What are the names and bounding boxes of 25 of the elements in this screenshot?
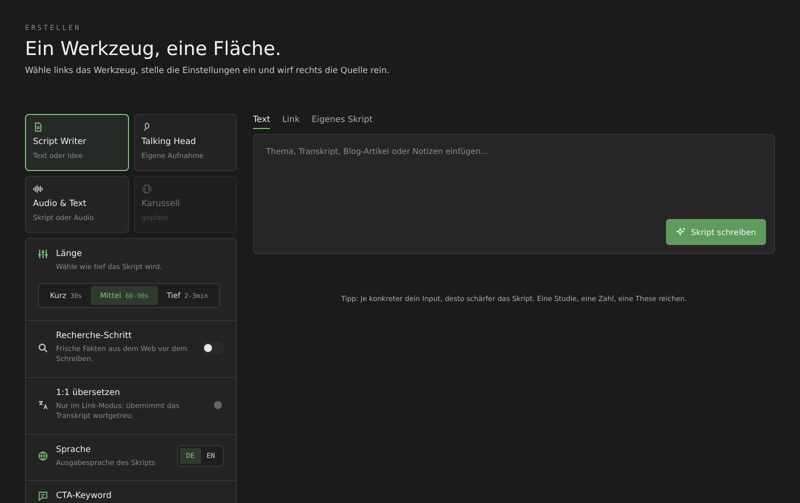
source-tab[interactable]: Eigenes Skript <box>312 115 373 129</box>
setting-title: Recherche-Schritt <box>56 330 133 340</box>
source-tab[interactable]: Text <box>253 115 270 129</box>
document-icon <box>33 122 43 132</box>
page-subtitle: Wähle links das Werkzeug, stelle die Einstellungen ein und wirf rechts die Quelle rein. <box>25 66 390 76</box>
translate-icon <box>38 400 48 410</box>
tool-title: Karussell <box>142 199 181 209</box>
sparkle-icon <box>676 227 686 237</box>
tool-title: Script Writer <box>33 137 88 147</box>
setting-title: CTA-Keyword <box>56 491 112 501</box>
chat-icon <box>38 491 48 501</box>
tool-title: Talking Head <box>142 137 197 147</box>
waveform-icon <box>33 184 43 194</box>
sliders-icon <box>38 249 48 259</box>
source-tab[interactable]: Link <box>282 115 300 129</box>
toggle-switch[interactable] <box>202 342 224 354</box>
setting-title: Länge <box>56 249 83 259</box>
setting-title: Sprache <box>56 444 92 454</box>
search-icon <box>38 342 48 352</box>
page-title: Ein Werkzeug, eine Fläche. <box>25 38 282 60</box>
globe-icon <box>38 451 48 462</box>
tool-title: Audio & Text <box>33 199 88 209</box>
microphone-icon <box>142 122 152 132</box>
setting-title: 1:1 übersetzen <box>56 388 121 398</box>
carousel-icon <box>142 184 152 194</box>
